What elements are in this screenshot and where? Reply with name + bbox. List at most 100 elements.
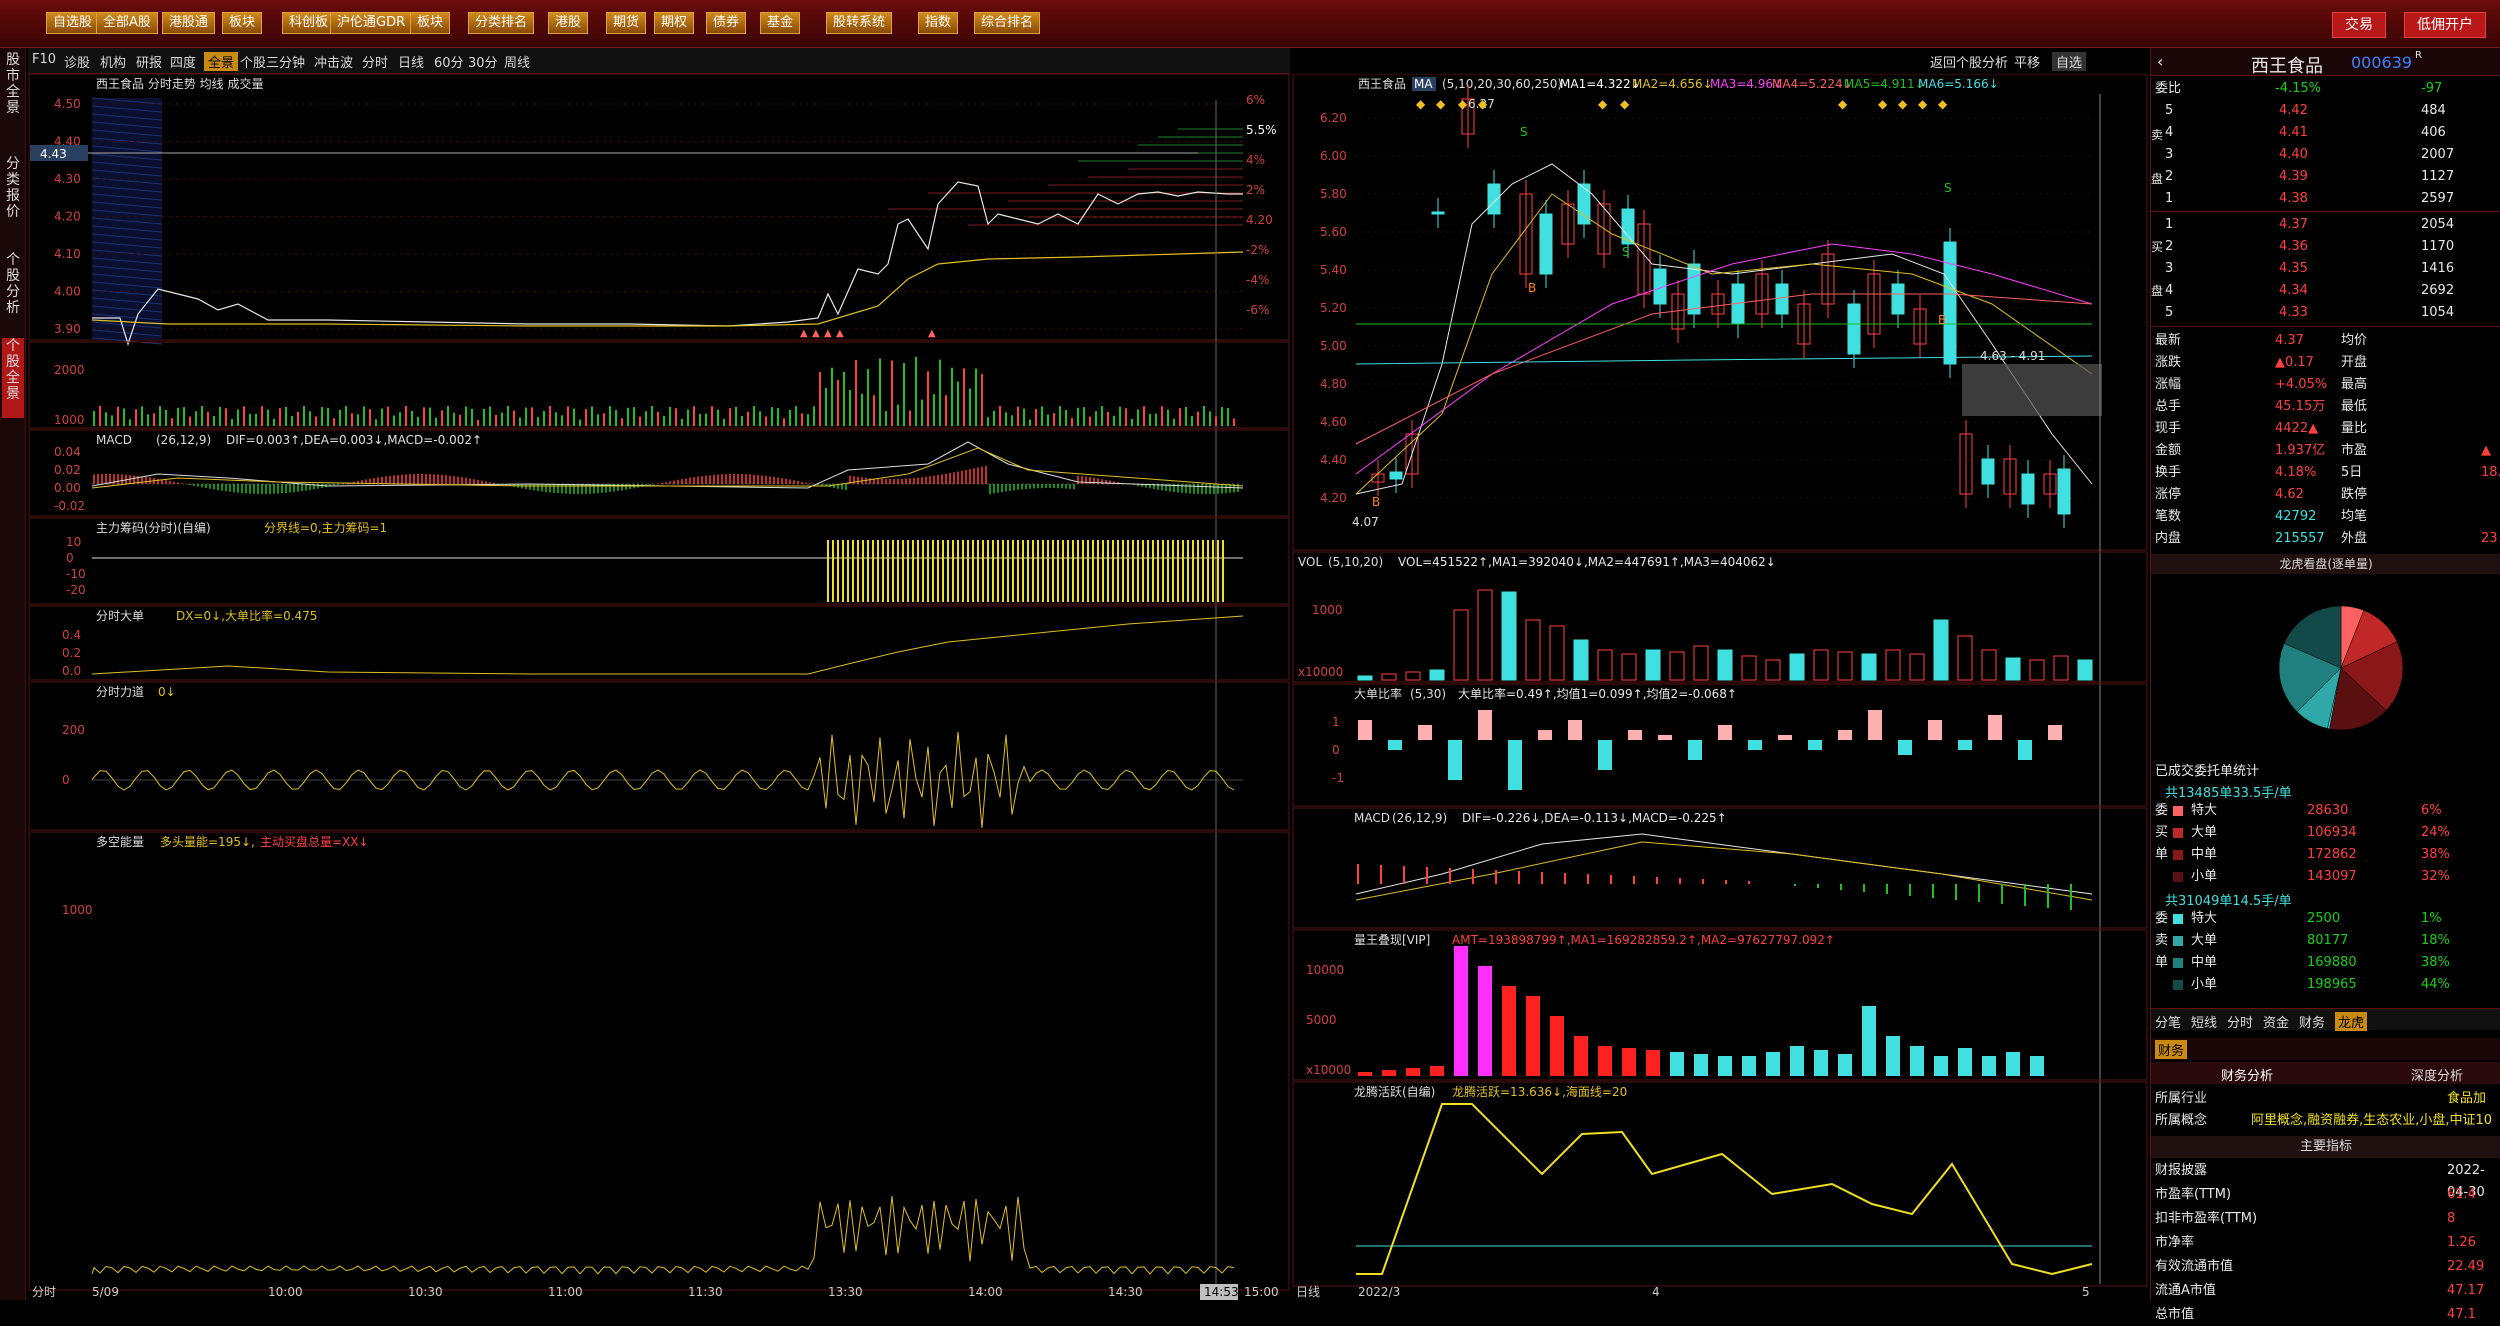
tab-12[interactable]: 周线: [504, 52, 530, 71]
lwdx-bar: [1790, 1046, 1804, 1076]
volume: 1127: [2421, 169, 2455, 184]
bottom-tab[interactable]: 分笔: [2155, 1012, 2181, 1031]
tab-4[interactable]: 四度: [170, 52, 196, 71]
topbar-item[interactable]: 期货: [606, 12, 647, 34]
vol-params: (5,10,20): [1328, 555, 1383, 569]
webi-row: 委比 -4.15% -97: [2151, 78, 2500, 100]
rail-stock-panorama[interactable]: 个股全景: [2, 338, 24, 418]
tab-7[interactable]: 冲击波: [314, 52, 353, 71]
topbar-item[interactable]: 全部A股: [96, 12, 158, 34]
topbar-item[interactable]: 自选股: [46, 12, 100, 34]
rail-category-quotes[interactable]: 分类报价: [2, 156, 24, 226]
open-account-button[interactable]: 低佣开户: [2404, 12, 2486, 38]
tab-11[interactable]: 30分: [468, 52, 498, 71]
vol-bar: [1789, 653, 1805, 681]
intraday-dk-pane: [28, 831, 1290, 1291]
topbar-item[interactable]: 港股通: [162, 12, 216, 34]
fin-tab[interactable]: 财务: [2155, 1040, 2188, 1059]
zlcm-tick: -20: [66, 583, 86, 597]
signal-marker: ▲: [928, 328, 936, 339]
bottom-tab[interactable]: 资金: [2263, 1012, 2289, 1031]
ddbl-bar: [1958, 740, 1972, 750]
bottom-tab[interactable]: 财务: [2299, 1012, 2325, 1031]
topbar-item[interactable]: 综合排名: [974, 12, 1041, 34]
topbar-item[interactable]: 股转系统: [826, 12, 893, 34]
sell-level-2: 2 4.39 1127: [2151, 166, 2500, 188]
tab-right-1[interactable]: 平移: [2014, 52, 2040, 71]
topbar-item[interactable]: 港股: [548, 12, 589, 34]
tab-6[interactable]: 个股三分钟: [240, 52, 305, 71]
candle-body: [1389, 471, 1403, 480]
bs-signal: B: [1938, 313, 1946, 327]
band-label: 4.63 - 4.91: [1980, 349, 2045, 363]
rail-stock-analysis[interactable]: 个股分析: [2, 252, 24, 322]
stat-key2: 最高: [2341, 377, 2368, 392]
rail-market-overview[interactable]: 股市全景: [2, 52, 24, 122]
tab-1[interactable]: 诊股: [64, 52, 90, 71]
fin-subtab-1[interactable]: 深度分析: [2411, 1065, 2463, 1084]
order-volume: 106934: [2307, 825, 2357, 840]
left-rail: 股市全景 分类报价 个股分析 个股全景: [0, 48, 26, 1300]
stock-flag: R: [2415, 50, 2422, 61]
stat-key: 换手: [2155, 465, 2182, 480]
bs-signal: S: [1944, 181, 1952, 195]
back-icon[interactable]: ‹: [2157, 52, 2163, 71]
topbar-item[interactable]: 板块: [410, 12, 451, 34]
ddbl-values: 大单比率=0.49↑,均值1=0.099↑,均值2=-0.068↑: [1458, 686, 1737, 701]
kdea-line: [1355, 841, 2093, 901]
buy-level-2: 2 4.36 1170: [2151, 236, 2500, 258]
topbar-item[interactable]: 基金: [760, 12, 801, 34]
tab-8[interactable]: 分时: [362, 52, 388, 71]
level: 1: [2165, 191, 2174, 206]
webi-pct: -4.15%: [2275, 81, 2321, 96]
tab-2[interactable]: 机构: [100, 52, 126, 71]
order-pct: 6%: [2421, 803, 2442, 818]
sell-order-row: 单 中单 169880 38%: [2151, 952, 2500, 974]
fin-subtab-0[interactable]: 财务分析: [2221, 1065, 2273, 1084]
tab-5[interactable]: 全景: [204, 52, 239, 71]
stat-row: 换手 4.18% 5日 18.: [2151, 462, 2500, 484]
sell-order-row: 卖 大单 80177 18%: [2151, 930, 2500, 952]
topbar-item[interactable]: 期权: [654, 12, 695, 34]
bs-signal: S: [1622, 245, 1630, 259]
ddbl-bar: [1418, 725, 1432, 740]
tab-3[interactable]: 研报: [136, 52, 162, 71]
topbar-item[interactable]: 沪伦通GDR: [330, 12, 413, 34]
lwdx-bar: [1478, 966, 1492, 1076]
topbar-item[interactable]: 债券: [706, 12, 747, 34]
pct-tick: 5.5%: [1246, 123, 1277, 137]
vol-bar: [1621, 653, 1637, 681]
current-price-label: 4.43: [40, 147, 67, 161]
tab-bar: F10 诊股 机构 研报 四度 全景 个股三分钟 冲击波 分时 日线 60分 30分 周线: [28, 48, 1290, 74]
order-volume: 169880: [2307, 955, 2357, 970]
stat-value: ▲0.17: [2275, 355, 2314, 370]
stat-row: 内盘 215557 外盘 23: [2151, 528, 2500, 550]
tab-right-0[interactable]: 返回个股分析: [1930, 52, 2008, 71]
event-marker: ◆: [1416, 97, 1426, 111]
color-swatch: [2173, 850, 2183, 860]
topbar-item[interactable]: 板块: [222, 12, 263, 34]
level: 4: [2165, 283, 2174, 298]
vol-bar: [1765, 659, 1781, 681]
vol-bar: [1957, 635, 1973, 681]
vol-bar: [1909, 653, 1925, 681]
tab-9[interactable]: 日线: [398, 52, 424, 71]
topbar-item[interactable]: 指数: [918, 12, 959, 34]
stat-key2: 外盘: [2341, 531, 2368, 546]
buy-order-row: 小单 143097 32%: [2151, 866, 2500, 888]
tab-0[interactable]: F10: [32, 52, 56, 67]
trade-button[interactable]: 交易: [2332, 12, 2386, 38]
bottom-tab[interactable]: 龙虎: [2335, 1012, 2368, 1031]
bottom-tab[interactable]: 分时: [2227, 1012, 2253, 1031]
stat-key: 涨停: [2155, 487, 2182, 502]
topbar-item[interactable]: 科创板: [282, 12, 336, 34]
tab-10[interactable]: 60分: [434, 52, 464, 71]
kline-price-tick: 6.00: [1320, 149, 1347, 163]
bottom-tab[interactable]: 短线: [2191, 1012, 2217, 1031]
ma4-value: MA4=5.224↓: [1772, 77, 1853, 91]
ma-params: (5,10,20,30,60,250): [1442, 77, 1562, 91]
topbar-item[interactable]: 分类排名: [468, 12, 535, 34]
tab-right-2[interactable]: 自选: [2052, 52, 2087, 71]
stat-value: 4422▲: [2275, 421, 2319, 436]
order-pct: 44%: [2421, 977, 2450, 992]
